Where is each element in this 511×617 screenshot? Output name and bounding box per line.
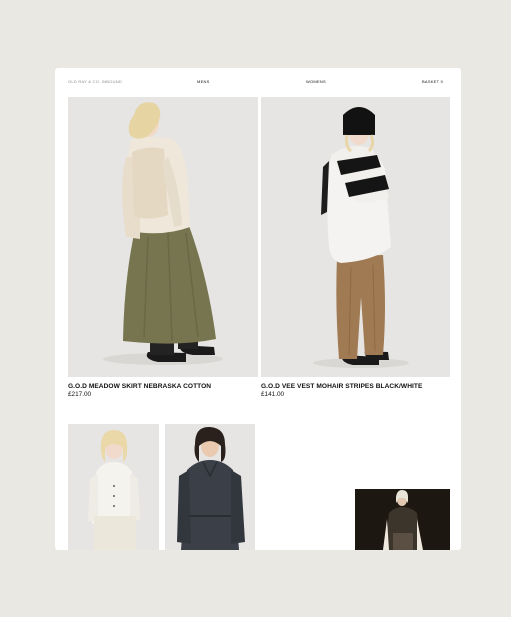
product-listing-page: OLD RAY & CO. INBOUND MENS WOMENS BASKET… — [55, 68, 461, 550]
product-name[interactable]: G.O.D MEADOW SKIRT NEBRASKA COTTON — [68, 383, 211, 390]
product-image[interactable] — [261, 97, 450, 377]
brand-logo[interactable]: OLD RAY & CO. INBOUND — [68, 79, 122, 85]
product-image[interactable] — [68, 97, 258, 377]
product-price: £217.00 — [68, 391, 92, 398]
product-image[interactable] — [68, 424, 159, 550]
product-card[interactable]: G.O.D VEE VEST MOHAIR STRIPES BLACK/WHIT… — [261, 97, 450, 398]
top-navigation: OLD RAY & CO. INBOUND MENS WOMENS BASKET… — [55, 79, 461, 89]
nav-link-womens[interactable]: WOMENS — [306, 79, 326, 85]
product-price: £141.00 — [261, 391, 285, 398]
basket-link[interactable]: BASKET 0 — [422, 79, 443, 85]
nav-link-mens[interactable]: MENS — [197, 79, 210, 85]
product-name[interactable]: G.O.D VEE VEST MOHAIR STRIPES BLACK/WHIT… — [261, 383, 422, 390]
product-image[interactable] — [355, 489, 450, 550]
product-card[interactable]: G.O.D MEADOW SKIRT NEBRASKA COTTON £217.… — [68, 97, 258, 398]
product-image[interactable] — [165, 424, 255, 550]
